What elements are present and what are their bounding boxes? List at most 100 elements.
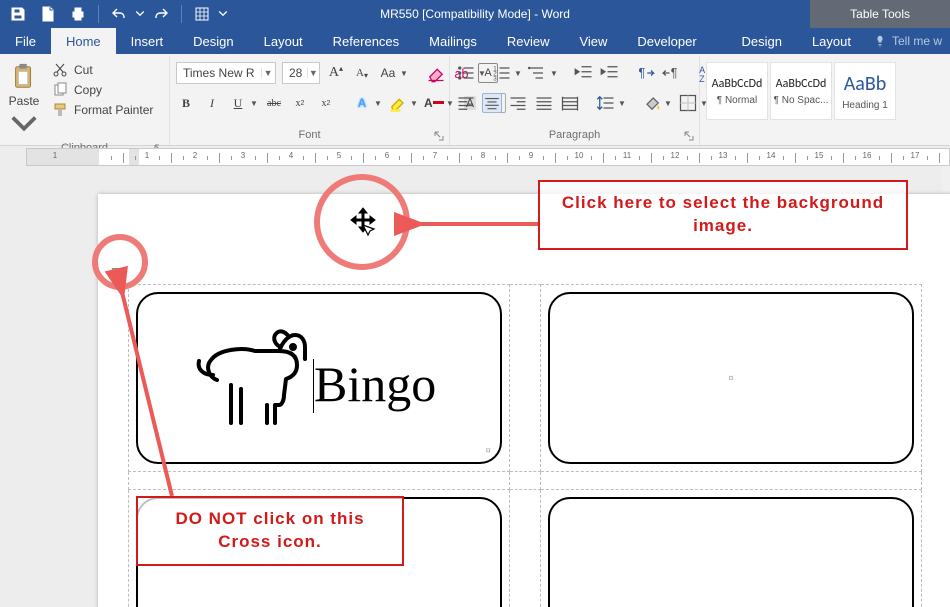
tell-me-search[interactable]: Tell me w: [866, 28, 950, 54]
style-name: Heading 1: [842, 100, 888, 111]
style-nospacing[interactable]: AaBbCcDd ¶ No Spac...: [770, 62, 832, 120]
tab-design[interactable]: Design: [178, 28, 248, 54]
copy-label: Copy: [74, 83, 102, 97]
outdent-icon: [574, 63, 594, 83]
group-paragraph: ▼ 123▼ ▼ ¶ ¶ AZ ¶ ▼: [450, 56, 700, 145]
decrease-indent-button[interactable]: [574, 63, 594, 83]
text-effects-button[interactable]: A: [352, 93, 372, 113]
tab-layout[interactable]: Layout: [249, 28, 318, 54]
horizontal-ruler[interactable]: /* ticks drawn below with JS */ 12345678…: [26, 148, 950, 166]
tab-view[interactable]: View: [564, 28, 622, 54]
shading-button[interactable]: [642, 93, 662, 113]
tab-table-design[interactable]: Design: [726, 28, 796, 54]
bullets-icon: [456, 63, 476, 83]
superscript-button[interactable]: x2: [316, 93, 336, 113]
font-launcher-icon[interactable]: [433, 131, 445, 143]
document-area[interactable]: Bingo ¤ ¤: [0, 166, 950, 607]
save-icon[interactable]: [4, 0, 32, 28]
rtl-button[interactable]: ¶: [662, 63, 682, 83]
style-heading1[interactable]: AaBb Heading 1: [834, 62, 896, 120]
ltr-button[interactable]: ¶: [636, 63, 656, 83]
label-cell[interactable]: [129, 490, 509, 607]
group-paragraph-label: Paragraph: [549, 129, 600, 141]
group-styles: AaBbCcDd ¶ Normal AaBbCcDd ¶ No Spac... …: [700, 56, 950, 145]
ribbon: Paste Cut Copy Format Painter Clipboard: [0, 54, 950, 146]
style-normal[interactable]: AaBbCcDd ¶ Normal: [706, 62, 768, 120]
cut-button[interactable]: Cut: [48, 60, 157, 80]
align-center-icon: [483, 94, 501, 112]
font-name-combo[interactable]: Times New R▼: [176, 62, 276, 84]
numbering-button[interactable]: 123: [492, 63, 512, 83]
paragraph-launcher-icon[interactable]: [683, 131, 695, 143]
page[interactable]: Bingo ¤ ¤: [98, 194, 950, 607]
tab-file[interactable]: File: [0, 28, 51, 54]
bold-button[interactable]: B: [176, 93, 196, 113]
clear-format-button[interactable]: [426, 63, 446, 83]
label-cell[interactable]: ¤: [541, 285, 921, 471]
eraser-icon: [426, 63, 446, 83]
tab-table-layout[interactable]: Layout: [797, 28, 866, 54]
paste-button[interactable]: Paste: [6, 60, 42, 140]
undo-icon[interactable]: [105, 0, 133, 28]
tab-mailings[interactable]: Mailings: [414, 28, 492, 54]
redo-icon[interactable]: [147, 0, 175, 28]
bullets-button[interactable]: [456, 63, 476, 83]
style-preview: AaBbCcDd: [712, 77, 763, 91]
customize-qat-icon[interactable]: [218, 0, 228, 28]
tab-review[interactable]: Review: [492, 28, 565, 54]
ribbon-tabs: File Home Insert Design Layout Reference…: [0, 28, 950, 54]
indent-icon: [600, 63, 620, 83]
svg-text:¶: ¶: [639, 66, 646, 80]
label-cell[interactable]: [541, 490, 921, 607]
quick-print-icon[interactable]: [64, 0, 92, 28]
paint-bucket-icon: [642, 93, 662, 113]
shrink-font-button[interactable]: A▾: [352, 63, 372, 83]
italic-button[interactable]: I: [202, 93, 222, 113]
multilevel-icon: [528, 63, 548, 83]
group-font-label: Font: [298, 129, 320, 141]
group-font: Times New R▼ 28▼ A▴ A▾ Aa▼ ab A B I U▼ a…: [170, 56, 450, 145]
tab-insert[interactable]: Insert: [116, 28, 179, 54]
chevron-down-icon: ▼: [307, 68, 319, 78]
draw-table-icon[interactable]: [188, 0, 216, 28]
dog-clipart[interactable]: [189, 325, 309, 430]
align-right-button[interactable]: [508, 93, 528, 113]
copy-button[interactable]: Copy: [48, 80, 157, 100]
font-name-value: Times New R: [177, 66, 261, 80]
tab-developer[interactable]: Developer: [622, 28, 711, 54]
cell-text[interactable]: Bingo: [314, 355, 436, 413]
multilevel-button[interactable]: [528, 63, 548, 83]
chevron-down-icon: ▼: [261, 68, 275, 78]
tab-references[interactable]: References: [318, 28, 414, 54]
change-case-button[interactable]: Aa: [378, 63, 398, 83]
font-color-button[interactable]: A: [424, 93, 444, 113]
label-cell[interactable]: Bingo ¤: [129, 285, 509, 471]
label-table[interactable]: Bingo ¤ ¤: [128, 284, 922, 607]
align-left-button[interactable]: [456, 93, 476, 113]
borders-button[interactable]: [678, 93, 698, 113]
increase-indent-button[interactable]: [600, 63, 620, 83]
justify-button[interactable]: [534, 93, 554, 113]
font-size-combo[interactable]: 28▼: [282, 62, 320, 84]
undo-dropdown-icon[interactable]: [135, 0, 145, 28]
style-name: ¶ No Spac...: [774, 95, 829, 106]
distributed-icon: [560, 93, 580, 113]
line-spacing-icon: [596, 93, 616, 113]
cell-end-mark: ¤: [728, 372, 733, 385]
quick-access-toolbar: [0, 0, 228, 28]
tab-home[interactable]: Home: [51, 28, 116, 54]
new-doc-icon[interactable]: [34, 0, 62, 28]
grow-font-button[interactable]: A▴: [326, 63, 346, 83]
align-center-button[interactable]: [482, 93, 502, 113]
align-right-icon: [508, 93, 528, 113]
format-painter-icon: [52, 102, 68, 118]
justify-icon: [534, 93, 554, 113]
underline-button[interactable]: U: [228, 93, 248, 113]
distributed-button[interactable]: [560, 93, 580, 113]
line-spacing-button[interactable]: [596, 93, 616, 113]
strikethrough-button[interactable]: abc: [264, 93, 284, 113]
highlight-button[interactable]: [388, 93, 408, 113]
table-move-handle-icon[interactable]: [112, 268, 126, 282]
format-painter-button[interactable]: Format Painter: [48, 100, 157, 120]
subscript-button[interactable]: x2: [290, 93, 310, 113]
